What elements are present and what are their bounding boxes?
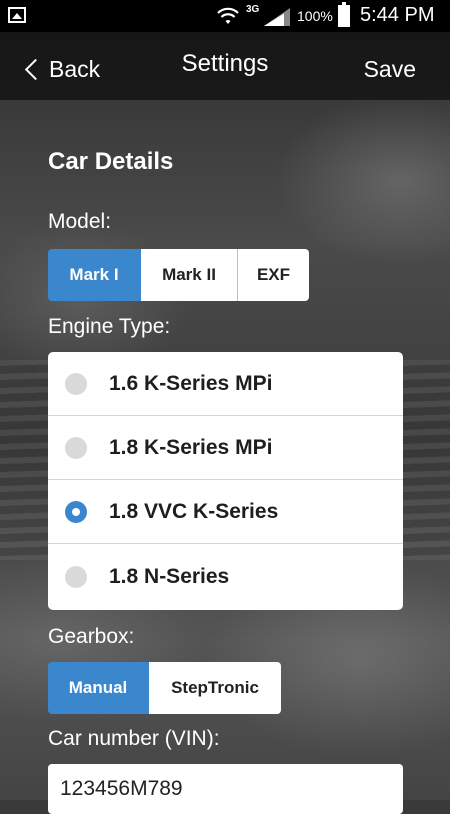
section-title: Car Details <box>48 148 174 175</box>
model-option-exf[interactable]: EXF <box>238 249 309 301</box>
signal-icon <box>264 8 290 26</box>
wifi-icon <box>217 7 239 24</box>
gearbox-selector: Manual StepTronic <box>48 662 281 714</box>
model-label: Model: <box>48 210 112 233</box>
gearbox-option-steptronic[interactable]: StepTronic <box>149 662 281 714</box>
network-type: 3G <box>246 4 260 15</box>
status-bar: 3G 100% 5:44 PM <box>0 0 450 32</box>
radio-button[interactable] <box>65 436 87 459</box>
vin-input[interactable] <box>48 764 403 814</box>
vin-label: Car number (VIN): <box>48 727 220 750</box>
engine-option-label: 1.6 K-Series MPi <box>109 371 273 395</box>
engine-type-list: 1.6 K-Series MPi 1.8 K-Series MPi 1.8 VV… <box>48 352 403 610</box>
engine-option-label: 1.8 N-Series <box>109 565 230 588</box>
engine-option-1-6-k-series-mpi[interactable]: 1.6 K-Series MPi <box>48 352 403 416</box>
navigation-bar: Back Settings Save <box>0 32 450 100</box>
engine-option-label: 1.8 K-Series MPi <box>109 435 273 459</box>
model-option-mark-ii[interactable]: Mark II <box>141 249 238 301</box>
gearbox-option-manual[interactable]: Manual <box>48 662 149 714</box>
engine-option-label: 1.8 VVC K-Series <box>109 499 279 523</box>
model-selector: Mark I Mark II EXF <box>48 249 309 301</box>
radio-button[interactable] <box>65 372 87 395</box>
radio-button[interactable] <box>65 566 87 588</box>
engine-option-1-8-k-series-mpi[interactable]: 1.8 K-Series MPi <box>48 416 403 480</box>
gearbox-label: Gearbox: <box>48 625 135 648</box>
model-option-mark-i[interactable]: Mark I <box>48 249 141 301</box>
gallery-icon <box>8 7 26 23</box>
clock: 5:44 PM <box>360 4 435 26</box>
engine-option-1-8-vvc-k-series[interactable]: 1.8 VVC K-Series <box>48 480 403 544</box>
radio-button-selected[interactable] <box>65 500 87 523</box>
engine-type-label: Engine Type: <box>48 315 171 338</box>
battery-percent: 100% <box>297 8 333 24</box>
save-button[interactable]: Save <box>364 56 416 83</box>
engine-option-1-8-n-series[interactable]: 1.8 N-Series <box>48 544 403 610</box>
battery-icon <box>338 2 350 27</box>
